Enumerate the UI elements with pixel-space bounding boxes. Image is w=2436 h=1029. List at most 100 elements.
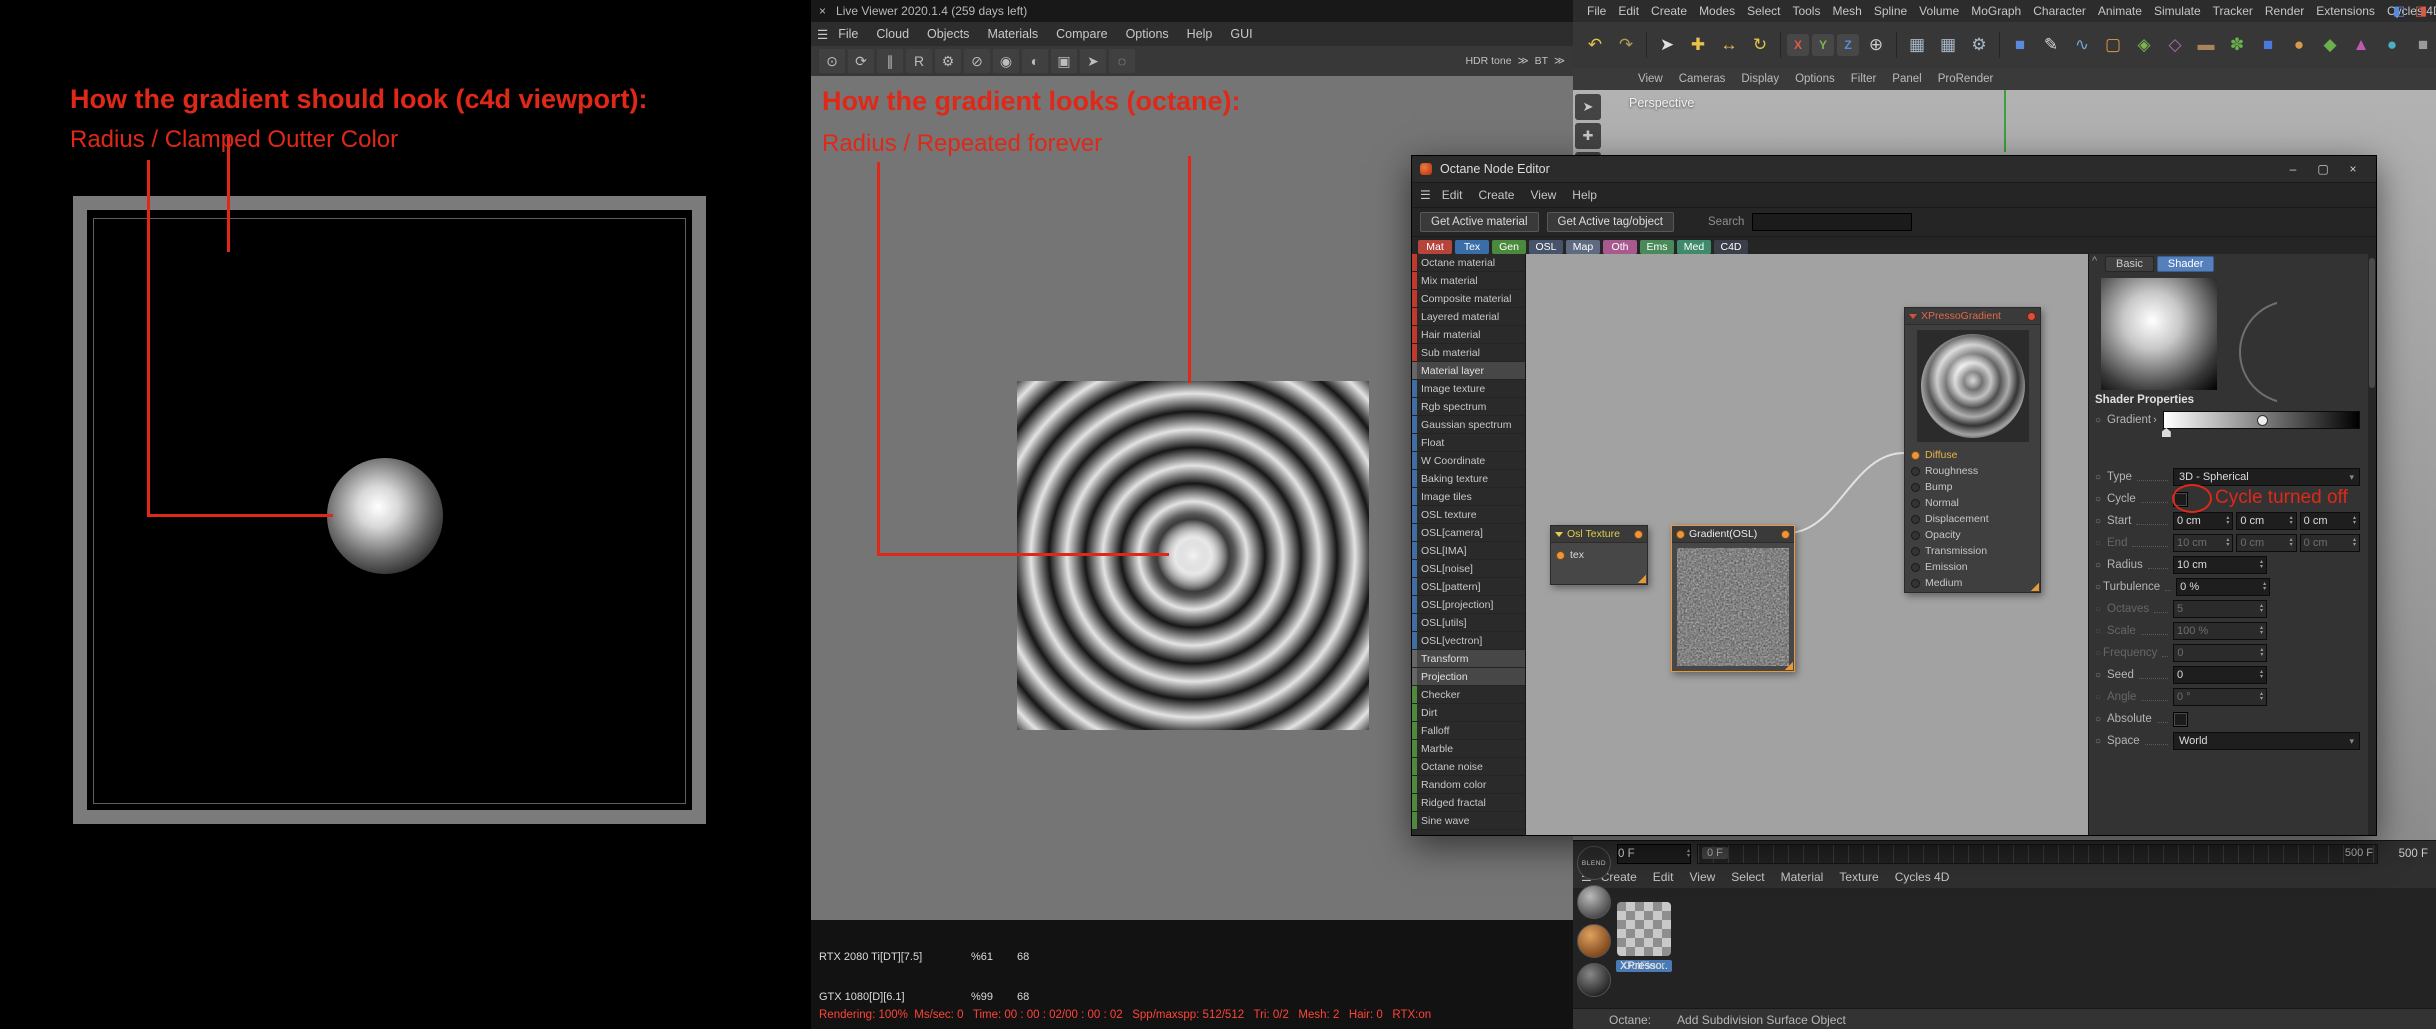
viewport-menu-item[interactable]: Filter [1844, 73, 1884, 85]
texture-dock-icon[interactable] [1577, 963, 1611, 997]
c4d-menu-item[interactable]: Mesh [1826, 4, 1867, 18]
material-menu-item[interactable]: Texture [1832, 870, 1885, 884]
viewport-menu-item[interactable]: Display [1734, 73, 1786, 85]
get-active-material-button[interactable]: Get Active material [1420, 212, 1539, 232]
collapse-triangle-icon[interactable] [1909, 313, 1917, 319]
x-axis-lock-icon[interactable]: X [1787, 34, 1809, 56]
c4d-menu-item[interactable]: Animate [2092, 4, 2148, 18]
toolbar-separator[interactable] [1999, 32, 2000, 58]
node-type-item[interactable]: Dirt [1412, 704, 1525, 722]
material-input-port[interactable]: Roughness [1905, 463, 2040, 479]
node-graph-canvas[interactable]: Osl Texture tex Gradient(OSL) XPressoGra… [1526, 254, 2088, 835]
osl-texture-node[interactable]: Osl Texture tex [1550, 525, 1648, 585]
search-input[interactable] [1752, 213, 1913, 231]
node-type-item[interactable]: Octane material [1412, 254, 1525, 272]
rotate-tool-icon[interactable]: ↻ [1746, 31, 1774, 59]
input-port-icon[interactable] [1676, 529, 1685, 539]
anim-dot-icon[interactable] [2095, 415, 2105, 426]
category-tab[interactable]: OSL [1529, 240, 1563, 254]
collapse-caret-icon[interactable]: ^ [2092, 255, 2097, 267]
resize-grip-icon[interactable] [1784, 661, 1793, 670]
lock-resolution-icon[interactable]: ⊘ [964, 49, 990, 73]
material-input-port[interactable]: Normal [1905, 495, 2040, 511]
node-type-item[interactable]: Ridged fractal [1412, 794, 1525, 812]
radius-field[interactable]: 10 cm [2173, 556, 2267, 574]
material-menu-item[interactable]: View [1682, 870, 1722, 884]
properties-tab[interactable]: Shader [2156, 256, 2215, 272]
resize-grip-icon[interactable] [2030, 582, 2039, 591]
blend-dock-icon[interactable]: BLEND [1577, 846, 1611, 880]
node-type-item[interactable]: OSL[vectron] [1412, 632, 1525, 650]
anim-dot-icon[interactable] [2095, 736, 2105, 747]
node-editor-menu-item[interactable]: Help [1565, 188, 1604, 202]
port-dot-icon[interactable] [1911, 562, 1920, 572]
material-ball-icon[interactable]: ● [2285, 31, 2313, 59]
material-input-port[interactable]: Opacity [1905, 527, 2040, 543]
live-selection-icon[interactable]: ➤ [1653, 31, 1681, 59]
start-x-field[interactable]: 0 cm [2173, 512, 2234, 530]
port-dot-icon[interactable] [1911, 466, 1920, 476]
render-view-icon[interactable]: ▦ [1903, 31, 1931, 59]
gradient-osl-node[interactable]: Gradient(OSL) [1671, 525, 1795, 672]
node-editor-titlebar[interactable]: Octane Node Editor – ▢ × [1412, 156, 2376, 183]
node-type-item[interactable]: Octane noise [1412, 758, 1525, 776]
y-axis-lock-icon[interactable]: Y [1812, 34, 1834, 56]
node-type-item[interactable]: OSL[utils] [1412, 614, 1525, 632]
port-dot-icon[interactable] [1911, 578, 1920, 588]
start-y-field[interactable]: 0 cm [2236, 512, 2297, 530]
node-type-item[interactable]: OSL[camera] [1412, 524, 1525, 542]
c4d-menu-item[interactable]: Edit [1612, 4, 1645, 18]
node-type-item[interactable]: Gaussian spectrum [1412, 416, 1525, 434]
maximize-button[interactable]: ▢ [2308, 162, 2338, 176]
viewer-menu-item[interactable]: File [830, 27, 866, 41]
mograph-icon[interactable]: ◈ [2130, 31, 2158, 59]
node-type-item[interactable]: Marble [1412, 740, 1525, 758]
material-menu-item[interactable]: Material [1774, 870, 1831, 884]
playhead-label[interactable]: 0 F [1702, 846, 1728, 859]
camera-snapshot-icon[interactable]: ⊙ [819, 49, 845, 73]
anim-dot-icon[interactable] [2095, 670, 2105, 681]
cycle-checkbox[interactable] [2173, 491, 2188, 507]
input-port-icon[interactable] [1556, 550, 1565, 560]
c4d-menu-item[interactable]: Modes [1693, 4, 1741, 18]
material-menu-item[interactable]: Edit [1646, 870, 1681, 884]
toolbar-separator[interactable] [1646, 32, 1647, 58]
OctFloor[interactable]: OctFloor [1616, 902, 1672, 974]
material-input-port[interactable]: Emission [1905, 559, 2040, 575]
settings-gear-icon[interactable]: ⚙ [935, 49, 961, 73]
c4d-menu-item[interactable]: Create [1645, 4, 1693, 18]
material-input-port[interactable]: Diffuse [1905, 447, 2040, 463]
clay-mode-icon[interactable]: ◐ [1022, 49, 1048, 73]
node-type-item[interactable]: Mix material [1412, 272, 1525, 290]
port-dot-icon[interactable] [1911, 482, 1920, 492]
expand-chevron-icon[interactable]: › [2153, 414, 2157, 426]
hdr-tone-toggle[interactable]: HDR tone [1465, 55, 1511, 67]
range-end-field[interactable]: 500 F [2384, 848, 2428, 860]
absolute-checkbox[interactable] [2173, 711, 2188, 727]
viewer-menu-item[interactable]: Objects [919, 27, 977, 41]
node-type-item[interactable]: OSL[noise] [1412, 560, 1525, 578]
node-type-item[interactable]: Hair material [1412, 326, 1525, 344]
region-render-icon[interactable]: R [906, 49, 932, 73]
port-dot-icon[interactable] [1911, 450, 1920, 460]
output-port-icon[interactable] [2027, 311, 2036, 321]
interface-icon[interactable]: ◨ [2412, 2, 2430, 20]
material-menu-item[interactable]: Select [1724, 870, 1771, 884]
port-dot-icon[interactable] [1911, 546, 1920, 556]
pin-icon[interactable]: ➤ [1080, 49, 1106, 73]
type-dropdown[interactable]: 3D - Spherical [2173, 468, 2360, 486]
material-input-port[interactable]: Bump [1905, 479, 2040, 495]
properties-scrollbar[interactable] [2368, 254, 2376, 835]
get-active-tag-button[interactable]: Get Active tag/object [1546, 212, 1674, 232]
misc-object-icon[interactable]: ■ [2409, 31, 2436, 59]
minimize-button[interactable]: – [2278, 162, 2308, 176]
category-tab[interactable]: Map [1566, 240, 1600, 254]
node-type-item[interactable]: Transform [1412, 650, 1525, 668]
spline-tool-icon[interactable]: ∿ [2068, 31, 2096, 59]
gradient-knot-icon[interactable] [2257, 415, 2269, 426]
node-type-item[interactable]: OSL[IMA] [1412, 542, 1525, 560]
pen-tool-icon[interactable]: ✎ [2037, 31, 2065, 59]
coordinate-system-icon[interactable]: ⊕ [1862, 31, 1890, 59]
pause-icon[interactable]: ∥ [877, 49, 903, 73]
layout-switch-icon[interactable]: ◧ [2390, 2, 2408, 20]
